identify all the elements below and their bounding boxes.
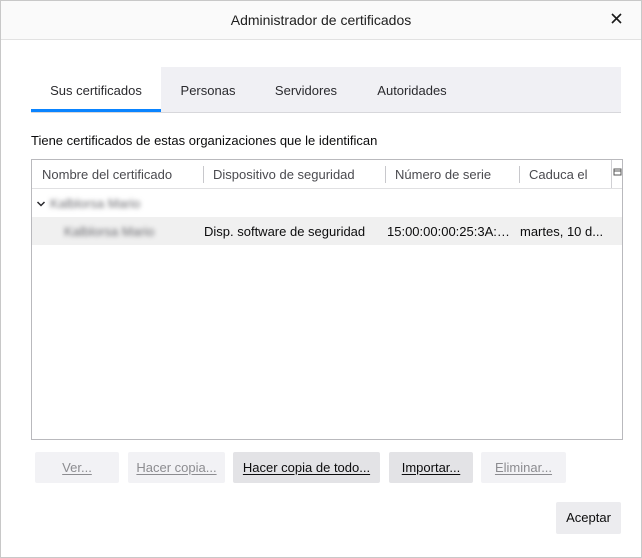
- view-button[interactable]: Ver...: [35, 452, 119, 483]
- tree-header: Nombre del certificado Dispositivo de se…: [32, 160, 622, 189]
- close-icon[interactable]: [607, 9, 627, 29]
- group-name: Kalblorsa Mario: [50, 196, 141, 211]
- tab-strip: Sus certificados Personas Servidores Aut…: [31, 67, 621, 113]
- backup-button[interactable]: Hacer copia...: [128, 452, 225, 483]
- view-button-label: Ver...: [62, 460, 92, 475]
- dialog-title: Administrador de certificados: [230, 12, 412, 28]
- column-divider[interactable]: [203, 166, 204, 183]
- column-divider[interactable]: [385, 166, 386, 183]
- chevron-down-icon[interactable]: [36, 197, 46, 212]
- cell-device: Disp. software de seguridad: [204, 224, 366, 239]
- backup-button-label: Hacer copia...: [136, 460, 217, 475]
- column-header-serial[interactable]: Número de serie: [395, 160, 491, 188]
- backup-all-button[interactable]: Hacer copia de todo...: [233, 452, 380, 483]
- accept-button[interactable]: Aceptar: [556, 502, 621, 534]
- column-picker-icon[interactable]: [611, 160, 622, 188]
- tab-servers[interactable]: Servidores: [261, 67, 351, 112]
- column-header-expires[interactable]: Caduca el: [529, 160, 588, 188]
- cell-serial: 15:00:00:00:25:3A:DA...: [387, 224, 517, 239]
- column-header-device[interactable]: Dispositivo de seguridad: [213, 160, 355, 188]
- title-bar: Administrador de certificados: [1, 1, 641, 40]
- certificate-manager-dialog: Administrador de certificados Sus certif…: [0, 0, 642, 558]
- tree-group-row[interactable]: Kalblorsa Mario: [32, 189, 622, 217]
- import-button-label: Importar...: [401, 460, 461, 475]
- delete-button-label: Eliminar...: [494, 460, 553, 475]
- certificate-name: Kalblorsa Mario: [64, 224, 155, 239]
- delete-button[interactable]: Eliminar...: [481, 452, 566, 483]
- tab-people[interactable]: Personas: [165, 67, 251, 112]
- column-header-name[interactable]: Nombre del certificado: [42, 160, 172, 188]
- description-text: Tiene certificados de estas organizacion…: [31, 133, 378, 148]
- certificate-tree[interactable]: Nombre del certificado Dispositivo de se…: [31, 159, 623, 440]
- column-divider[interactable]: [519, 166, 520, 183]
- import-button[interactable]: Importar...: [389, 452, 473, 483]
- table-row[interactable]: Kalblorsa Mario Disp. software de seguri…: [32, 217, 622, 245]
- tab-authorities[interactable]: Autoridades: [361, 67, 463, 112]
- cell-expires: martes, 10 d...: [520, 224, 604, 239]
- backup-all-button-label: Hacer copia de todo...: [242, 460, 371, 475]
- tab-your-certificates[interactable]: Sus certificados: [31, 67, 161, 112]
